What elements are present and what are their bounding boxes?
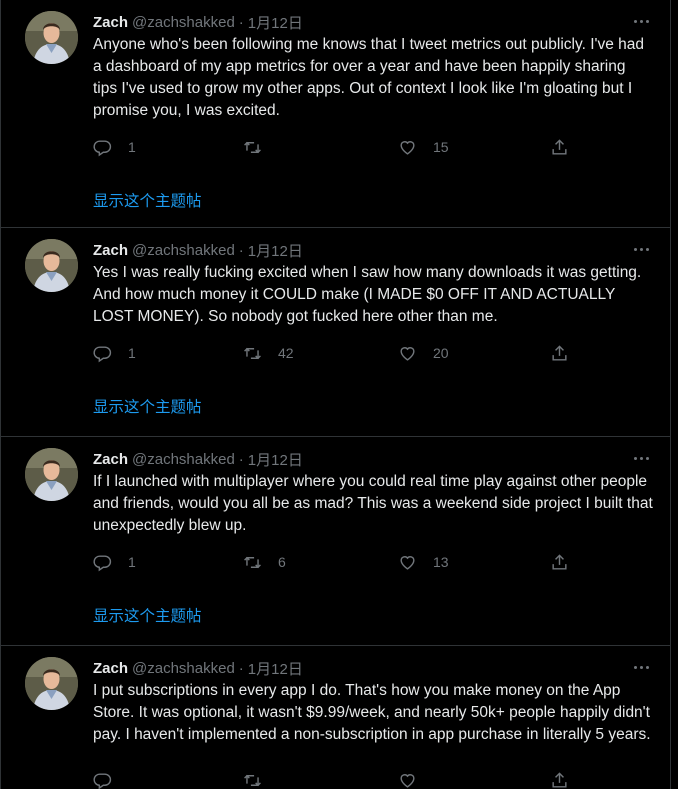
share-button[interactable] [550,344,570,363]
reply-button[interactable]: 1 [93,344,243,363]
retweet-count: 42 [278,345,294,361]
reply-count: 1 [128,345,136,361]
avatar[interactable] [25,448,78,501]
share-button[interactable] [550,771,570,789]
reply-button[interactable]: 1 [93,553,243,572]
show-thread-link[interactable]: 显示这个主题帖 [93,604,202,626]
like-count: 15 [433,139,449,155]
reply-icon [93,554,112,571]
heart-icon [400,346,415,361]
tweet-text: I put subscriptions in every app I do. T… [93,682,655,743]
like-button[interactable]: 13 [398,553,550,572]
tweet-date[interactable]: 1月12日 [248,240,303,261]
separator-dot: · [238,450,244,468]
tweet-actions: 1 15 [93,135,583,159]
tweet-text: Anyone who's been following me knows tha… [93,36,649,119]
author-name[interactable]: Zach [93,451,128,468]
more-button[interactable] [630,660,652,674]
avatar[interactable] [25,11,78,64]
retweet-button[interactable] [243,138,398,157]
avatar-column [18,238,93,436]
reply-count: 1 [128,554,136,570]
reply-icon [93,139,112,156]
share-icon [552,553,567,570]
show-thread-link[interactable]: 显示这个主题帖 [93,395,202,417]
tweet-date[interactable]: 1月12日 [248,658,303,679]
author-name[interactable]: Zach [93,660,128,677]
tweet-header: Zach @zachshakked · 1月12日 [93,448,656,470]
retweet-icon [244,556,261,568]
like-count: 13 [433,554,449,570]
more-button[interactable] [630,14,652,28]
retweet-button[interactable] [243,771,398,789]
reply-count: 1 [128,139,136,155]
retweet-icon [244,347,261,359]
more-icon [633,247,637,251]
author-handle[interactable]: @zachshakked [132,14,235,31]
tweet[interactable]: Zach @zachshakked · 1月12日 If I launched … [1,437,670,646]
more-icon [633,665,637,669]
share-icon [552,344,567,361]
avatar-column [18,656,93,789]
separator-dot: · [238,659,244,677]
tweet-header: Zach @zachshakked · 1月12日 [93,239,656,261]
more-button[interactable] [630,451,652,465]
tweet-text: If I launched with multiplayer where you… [93,473,658,534]
reply-button[interactable] [93,771,243,789]
separator-dot: · [238,241,244,259]
retweet-icon [244,774,261,786]
tweet[interactable]: Zach @zachshakked · 1月12日 Anyone who's b… [1,0,670,228]
more-button[interactable] [630,242,652,256]
tweet-date[interactable]: 1月12日 [248,12,303,33]
author-handle[interactable]: @zachshakked [132,242,235,259]
like-count: 20 [433,345,449,361]
like-button[interactable] [398,771,550,789]
share-button[interactable] [550,553,570,572]
retweet-button[interactable]: 42 [243,344,398,363]
share-icon [552,138,567,155]
avatar-column [18,447,93,645]
reply-icon [93,772,112,789]
tweet-actions: 1 6 13 [93,550,583,574]
like-button[interactable]: 20 [398,344,550,363]
separator-dot: · [238,13,244,31]
retweet-button[interactable]: 6 [243,553,398,572]
more-icon [633,456,637,460]
show-thread-link[interactable]: 显示这个主题帖 [93,189,202,211]
avatar[interactable] [25,657,78,710]
tweet-content: Zach @zachshakked · 1月12日 I put subscrip… [93,656,656,789]
avatar[interactable] [25,239,78,292]
tweet-actions [93,768,583,789]
share-button[interactable] [550,138,570,157]
tweet[interactable]: Zach @zachshakked · 1月12日 I put subscrip… [1,646,670,789]
author-handle[interactable]: @zachshakked [132,451,235,468]
avatar-column [18,10,93,227]
author-handle[interactable]: @zachshakked [132,660,235,677]
tweet-header: Zach @zachshakked · 1月12日 [93,657,656,679]
heart-icon [400,773,415,788]
retweet-icon [244,141,261,153]
reply-icon [93,345,112,362]
reply-button[interactable]: 1 [93,138,243,157]
like-button[interactable]: 15 [398,138,550,157]
author-name[interactable]: Zach [93,242,128,259]
timeline: Zach @zachshakked · 1月12日 Anyone who's b… [0,0,671,789]
retweet-count: 6 [278,554,286,570]
tweet-actions: 1 42 20 [93,341,583,365]
heart-icon [400,555,415,570]
tweet-date[interactable]: 1月12日 [248,449,303,470]
share-icon [552,771,567,788]
tweet-text: Yes I was really fucking excited when I … [93,264,645,325]
tweet-header: Zach @zachshakked · 1月12日 [93,11,656,33]
more-icon [633,19,637,23]
heart-icon [400,140,415,155]
tweet[interactable]: Zach @zachshakked · 1月12日 Yes I was real… [1,228,670,437]
author-name[interactable]: Zach [93,14,128,31]
